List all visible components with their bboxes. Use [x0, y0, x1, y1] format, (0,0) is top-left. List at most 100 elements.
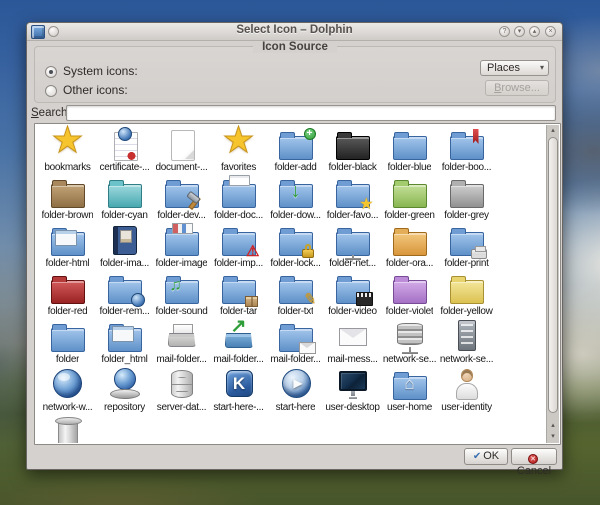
icon-cell-folder-sound[interactable]: folder-sound: [153, 271, 210, 319]
chevron-down-icon: ▾: [540, 61, 544, 75]
icon-cell-start-here-...[interactable]: start-here-...: [210, 367, 267, 415]
icon-cell-folder-net...[interactable]: folder-net...: [324, 223, 381, 271]
icon-cell-folder-grey[interactable]: folder-grey: [438, 175, 495, 223]
icon-cell-repository[interactable]: repository: [96, 367, 153, 415]
folder-icon: [278, 176, 314, 209]
scroll-up2-icon[interactable]: ▴: [547, 421, 559, 431]
icon-label: folder-blue: [388, 162, 432, 174]
folder-icon: [278, 224, 314, 257]
select-icon-dialog: Select Icon – Dolphin ? ▾ ▴ × Icon Sourc…: [26, 22, 563, 470]
icon-cell-folder-lock...[interactable]: folder-lock...: [267, 223, 324, 271]
icon-cell-server-dat...[interactable]: server-dat...: [153, 367, 210, 415]
icon-label: folder-image: [156, 258, 208, 270]
icon-cell-folder-green[interactable]: folder-green: [381, 175, 438, 223]
icon-cell-user-desktop[interactable]: user-desktop: [324, 367, 381, 415]
icon-cell-mail-folder...[interactable]: mail-folder...: [153, 319, 210, 367]
scroll-down-icon[interactable]: ▾: [547, 432, 559, 442]
icon-cell-user-identity[interactable]: user-identity: [438, 367, 495, 415]
icon-cell-folder-video[interactable]: folder-video: [324, 271, 381, 319]
system-icons-radio[interactable]: [45, 66, 57, 78]
icon-cell-user-home[interactable]: user-home: [381, 367, 438, 415]
icon-label: folder-dow...: [270, 210, 321, 222]
box-emblem-icon: [245, 296, 258, 307]
icon-cell-folder-html[interactable]: folder-html: [39, 223, 96, 271]
folder-icon: [278, 128, 314, 161]
ok-button[interactable]: ✔OK: [464, 448, 508, 465]
icon-cell-network-w...[interactable]: network-w...: [39, 367, 96, 415]
icon-label: favorites: [221, 162, 256, 174]
icon-cell-folder-blue[interactable]: folder-blue: [381, 127, 438, 175]
icon-cell-folder-add[interactable]: folder-add: [267, 127, 324, 175]
icon-cell-folder-brown[interactable]: folder-brown: [39, 175, 96, 223]
icon-label: folder-doc...: [214, 210, 263, 222]
folder-icon: [392, 176, 428, 209]
minimize-button[interactable]: ▾: [514, 26, 525, 37]
icon-cell-folder-print[interactable]: folder-print: [438, 223, 495, 271]
icon-cell-folder-txt[interactable]: folder-txt: [267, 271, 324, 319]
system-icons-option[interactable]: System icons:: [45, 64, 138, 78]
scrollbar[interactable]: ▴ ▴ ▾: [546, 125, 559, 443]
icon-cell-folder-image[interactable]: folder-image: [153, 223, 210, 271]
icon-grid: bookmarks certificate-... document-... f…: [36, 125, 546, 443]
search-input[interactable]: [66, 105, 556, 121]
maximize-button[interactable]: ▴: [529, 26, 540, 37]
cancel-button[interactable]: ✕Cancel: [511, 448, 557, 465]
web-emblem-icon: [112, 326, 134, 342]
folder-icon: [107, 320, 143, 353]
folder-icon: [335, 176, 371, 209]
icon-label: folder_html: [101, 354, 147, 366]
icon-cell-folder-boo...[interactable]: folder-boo...: [438, 127, 495, 175]
icon-cell-trash[interactable]: [39, 415, 96, 443]
icon-source-groupbox: Icon Source System icons: Other icons: P…: [34, 46, 556, 103]
icon-cell-folder-red[interactable]: folder-red: [39, 271, 96, 319]
icon-cell-folder-favo...[interactable]: folder-favo...: [324, 175, 381, 223]
folder-icon: [50, 320, 86, 353]
icon-cell-start-here[interactable]: start-here: [267, 367, 324, 415]
icon-label: folder-rem...: [99, 306, 149, 318]
icon-cell-folder_html[interactable]: folder_html: [96, 319, 153, 367]
icon-cell-folder-violet[interactable]: folder-violet: [381, 271, 438, 319]
scroll-up-icon[interactable]: ▴: [547, 126, 559, 136]
document-icon: [164, 128, 200, 161]
browse-button[interactable]: Browse...: [485, 80, 549, 96]
icon-context-select[interactable]: Places ▾: [480, 60, 549, 76]
warn-emblem-icon: [246, 244, 259, 259]
icon-cell-folder-yellow[interactable]: folder-yellow: [438, 271, 495, 319]
monitor-icon: [335, 368, 371, 401]
icon-cell-favorites[interactable]: favorites: [210, 127, 267, 175]
icon-cell-network-se...[interactable]: network-se...: [438, 319, 495, 367]
person-icon: [449, 368, 485, 401]
close-button[interactable]: ×: [545, 26, 556, 37]
icon-cell-folder-rem...[interactable]: folder-rem...: [96, 271, 153, 319]
help-button[interactable]: ?: [499, 26, 510, 37]
icon-cell-bookmarks[interactable]: bookmarks: [39, 127, 96, 175]
icon-label: folder-violet: [386, 306, 434, 318]
icon-cell-folder-imp...[interactable]: folder-imp...: [210, 223, 267, 271]
icon-cell-folder-ora...[interactable]: folder-ora...: [381, 223, 438, 271]
icon-cell-folder-dow...[interactable]: folder-dow...: [267, 175, 324, 223]
icon-cell-folder-dev...[interactable]: folder-dev...: [153, 175, 210, 223]
docs-emblem-icon: [229, 175, 250, 186]
icon-cell-folder-black[interactable]: folder-black: [324, 127, 381, 175]
icon-cell-mail-folder...[interactable]: mail-folder...: [267, 319, 324, 367]
icon-label: folder-html: [46, 258, 90, 270]
icon-cell-certificate-...[interactable]: certificate-...: [96, 127, 153, 175]
icon-cell-folder-cyan[interactable]: folder-cyan: [96, 175, 153, 223]
icon-label: folder-dev...: [157, 210, 205, 222]
icon-cell-network-se...[interactable]: network-se...: [381, 319, 438, 367]
icon-cell-folder-ima...[interactable]: folder-ima...: [96, 223, 153, 271]
scrollbar-thumb[interactable]: [548, 137, 558, 413]
other-icons-option[interactable]: Other icons:: [45, 83, 128, 97]
icon-cell-folder-tar[interactable]: folder-tar: [210, 271, 267, 319]
icon-label: folder: [56, 354, 79, 366]
icon-cell-mail-mess...[interactable]: mail-mess...: [324, 319, 381, 367]
icon-cell-mail-folder...[interactable]: mail-folder...: [210, 319, 267, 367]
icon-cell-folder[interactable]: folder: [39, 319, 96, 367]
repository-icon: [107, 368, 143, 401]
icon-label: folder-brown: [42, 210, 94, 222]
other-icons-radio[interactable]: [45, 85, 57, 97]
icon-cell-document-...[interactable]: document-...: [153, 127, 210, 175]
icon-label: start-here: [276, 402, 316, 414]
inbox-icon: [164, 320, 200, 353]
icon-cell-folder-doc...[interactable]: folder-doc...: [210, 175, 267, 223]
